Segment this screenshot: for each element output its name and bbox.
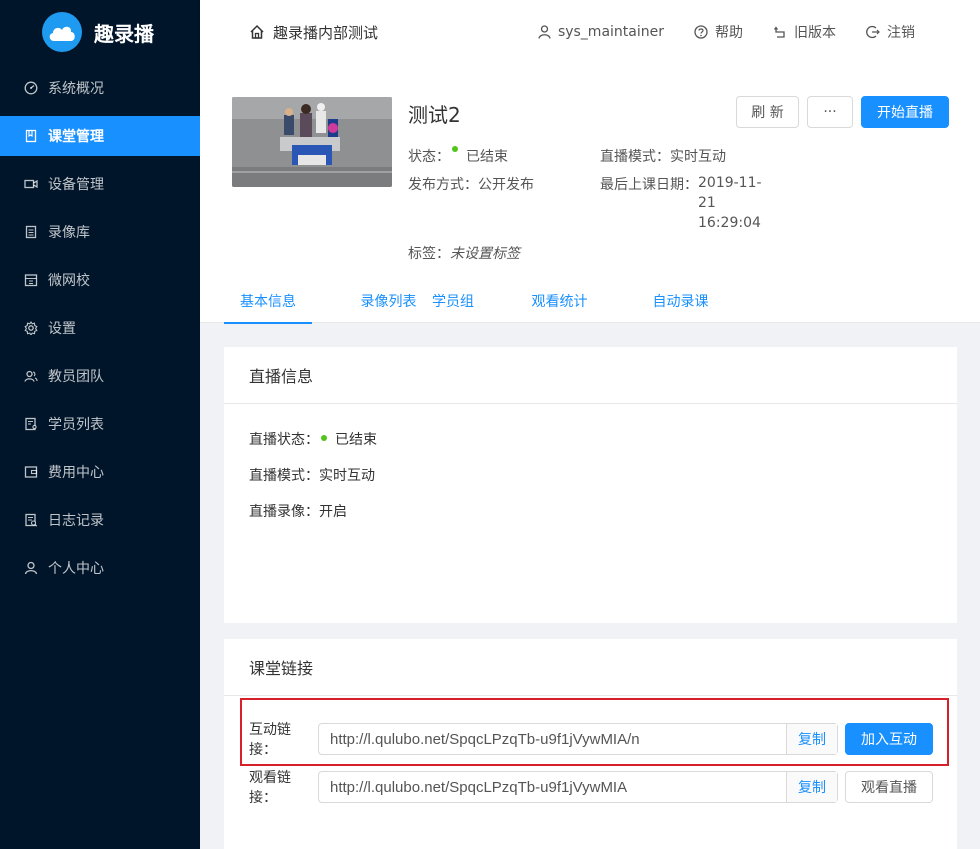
school-icon [24, 273, 38, 287]
header-actions: sys_maintainer 帮助 旧版本 注销 [538, 0, 980, 64]
dashboard-icon [24, 81, 38, 95]
sidebar-item-label: 学员列表 [48, 417, 104, 433]
gear-icon [24, 321, 38, 335]
sidebar-item-label: 系统概况 [48, 81, 104, 97]
status-dot [321, 435, 327, 441]
app-name: 趣录播 [94, 21, 154, 46]
cloud-logo-icon [42, 12, 82, 52]
logout-icon [866, 25, 880, 39]
sidebar-item-students[interactable]: 学员列表 [0, 404, 200, 444]
app-logo[interactable]: 趣录播 [0, 0, 200, 64]
watch-link-label: 观看链接： [249, 770, 291, 806]
tab-student-group[interactable]: 学员组 [422, 278, 484, 323]
tab-auto-record[interactable]: 自动录课 [652, 278, 709, 323]
watch-link-url[interactable]: http://l.qulubo.net/SpqcLPzqTb-u9f1jVywM… [319, 772, 786, 802]
sidebar-item-profile[interactable]: 个人中心 [0, 548, 200, 588]
sidebar-menu: 系统概况 课堂管理 设备管理 录像库 微网校 设置 教员团队 学员列表 费用中心… [0, 68, 200, 588]
copy-watch-link-button[interactable]: 复制 [786, 772, 837, 802]
highlight-annotation [240, 698, 949, 766]
course-status: 状态： 已结束 [408, 146, 508, 166]
more-button[interactable]: ··· [807, 96, 853, 128]
video-camera-icon [24, 177, 38, 191]
tab-view-stats[interactable]: 观看统计 [531, 278, 588, 323]
class-links-title: 课堂链接 [224, 639, 957, 696]
logout-label: 注销 [887, 25, 915, 41]
old-version-link[interactable]: 旧版本 [773, 22, 836, 42]
course-tags: 标签： 未设置标签 [408, 246, 520, 262]
course-header: 测试2 状态： 已结束 发布方式： 公开发布 直播模式： 实时互动 最后上课日期… [200, 64, 980, 324]
question-circle-icon [694, 25, 708, 39]
book-icon [24, 129, 38, 143]
sidebar-item-teacher-team[interactable]: 教员团队 [0, 356, 200, 396]
sidebar-item-recordings[interactable]: 录像库 [0, 212, 200, 252]
old-version-label: 旧版本 [794, 25, 836, 41]
tab-basic-info[interactable]: 基本信息 [224, 278, 312, 324]
course-publish: 发布方式： 公开发布 [408, 177, 534, 193]
live-info-card: 直播信息 直播状态： 已结束 直播模式： 实时互动 直播录像： 开启 [224, 347, 957, 623]
user-icon [538, 25, 551, 39]
sidebar-item-label: 录像库 [48, 225, 90, 241]
live-status-row: 直播状态： 已结束 [249, 432, 377, 448]
sidebar-item-devices[interactable]: 设备管理 [0, 164, 200, 204]
org-title-text: 趣录播内部测试 [273, 23, 379, 42]
database-icon [24, 225, 38, 239]
tab-recording-list[interactable]: 录像列表 [360, 278, 417, 323]
status-dot [452, 146, 458, 152]
refresh-button[interactable]: 刷 新 [736, 96, 799, 128]
sidebar: 趣录播 系统概况 课堂管理 设备管理 录像库 微网校 设置 教员团队 学员列表 … [0, 0, 200, 849]
sidebar-item-settings[interactable]: 设置 [0, 308, 200, 348]
log-icon [24, 513, 38, 527]
help-label: 帮助 [715, 25, 743, 41]
live-record-row: 直播录像： 开启 [249, 504, 347, 520]
sidebar-item-overview[interactable]: 系统概况 [0, 68, 200, 108]
sidebar-item-label: 课堂管理 [48, 129, 104, 145]
sidebar-item-billing[interactable]: 费用中心 [0, 452, 200, 492]
sidebar-item-label: 费用中心 [48, 465, 104, 481]
student-list-icon [24, 417, 38, 431]
sidebar-item-label: 微网校 [48, 273, 90, 289]
course-title: 测试2 [408, 103, 461, 127]
help-link[interactable]: 帮助 [694, 22, 743, 42]
sidebar-item-label: 个人中心 [48, 561, 104, 577]
course-tabs: 基本信息 录像列表 学员组 观看统计 自动录课 [224, 278, 709, 324]
rollback-icon [773, 25, 787, 39]
watch-live-button[interactable]: 观看直播 [845, 771, 933, 803]
sidebar-item-label: 教员团队 [48, 369, 104, 385]
live-info-title: 直播信息 [224, 347, 957, 404]
username: sys_maintainer [557, 24, 664, 40]
live-mode-row: 直播模式： 实时互动 [249, 468, 375, 484]
sidebar-item-logs[interactable]: 日志记录 [0, 500, 200, 540]
start-live-button[interactable]: 开始直播 [861, 96, 949, 128]
wallet-icon [24, 465, 38, 479]
user-menu[interactable]: sys_maintainer [538, 24, 664, 40]
sidebar-item-label: 设置 [48, 321, 76, 337]
sidebar-item-class-management[interactable]: 课堂管理 [0, 116, 200, 156]
course-last-date: 最后上课日期： 2019-11- 21 16:29:04 [600, 175, 762, 231]
home-icon [249, 24, 265, 40]
sidebar-item-label: 设备管理 [48, 177, 104, 193]
org-title[interactable]: 趣录播内部测试 [249, 22, 378, 43]
user-icon [24, 561, 38, 575]
course-live-mode: 直播模式： 实时互动 [600, 149, 726, 165]
watch-link-row: 观看链接： http://l.qulubo.net/SpqcLPzqTb-u9f… [249, 767, 933, 807]
team-icon [24, 369, 38, 383]
sidebar-item-micro-school[interactable]: 微网校 [0, 260, 200, 300]
course-thumbnail[interactable] [232, 97, 392, 187]
top-header: 趣录播内部测试 sys_maintainer 帮助 旧版本 注销 [200, 0, 980, 64]
sidebar-item-label: 日志记录 [48, 513, 104, 529]
watch-link-field[interactable]: http://l.qulubo.net/SpqcLPzqTb-u9f1jVywM… [318, 771, 838, 803]
logout-link[interactable]: 注销 [866, 22, 915, 42]
